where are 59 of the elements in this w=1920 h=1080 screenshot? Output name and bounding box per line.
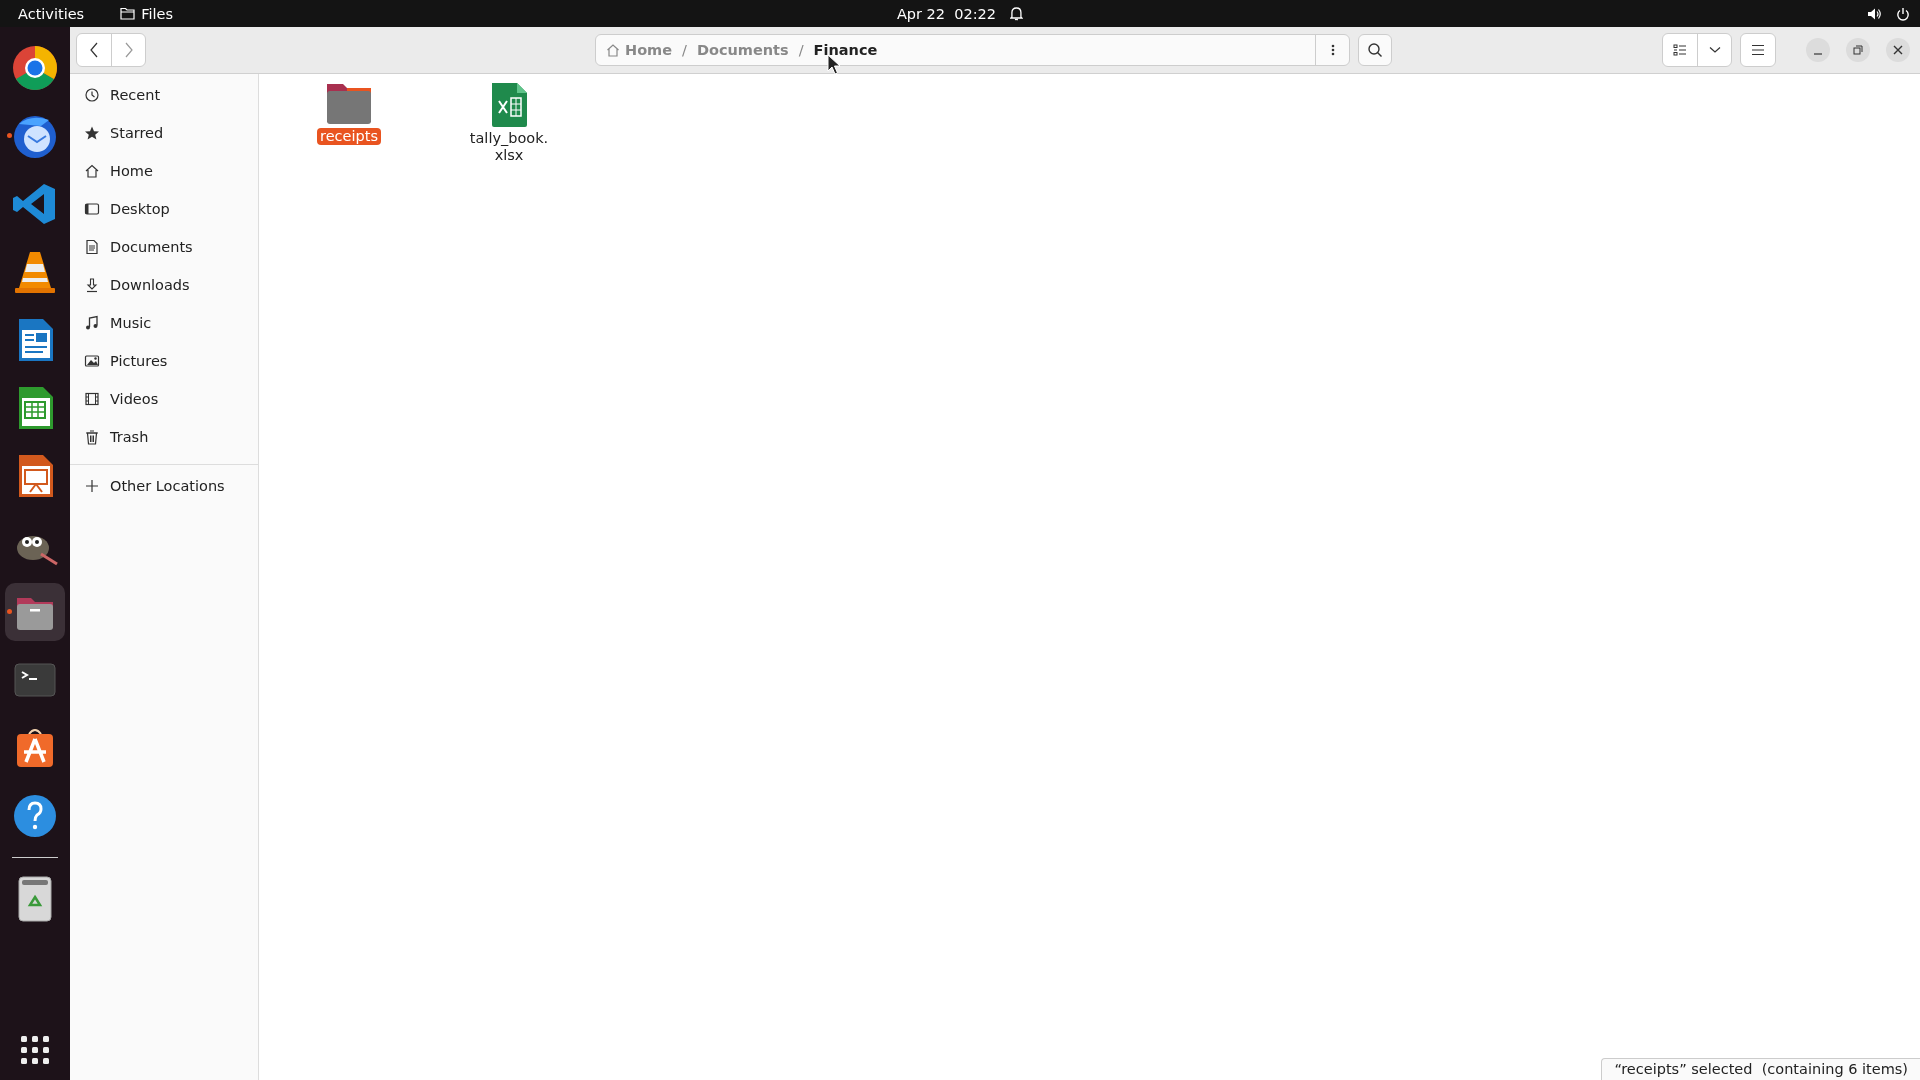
power-icon[interactable] [1896,6,1910,21]
sidebar-item[interactable]: Home [70,152,258,190]
search-button[interactable] [1358,34,1392,66]
app-grid-icon[interactable] [21,1036,49,1064]
path-crumb[interactable]: Finance [809,42,882,58]
sidebar-item[interactable]: Trash [70,418,258,456]
bell-icon[interactable] [1010,6,1024,21]
menu-icon [1751,44,1765,56]
sidebar-item-icon [84,87,100,103]
minimize-button[interactable] [1806,38,1830,62]
home-icon [606,43,620,57]
dock-item[interactable] [5,583,65,641]
forward-icon [123,42,134,58]
sidebar-item[interactable]: Recent [70,76,258,114]
sidebar-item[interactable]: Documents [70,228,258,266]
sidebar-item-icon [84,353,100,369]
caret-icon [1708,46,1721,54]
help-icon [11,792,59,840]
minimize-icon [1813,53,1823,55]
sidebar-item[interactable]: Downloads [70,266,258,304]
status-text: “receipts” selected (containing 6 items) [1601,1058,1920,1080]
close-icon [1893,45,1903,55]
running-dot [7,609,12,614]
path-separator: / [798,42,804,58]
running-dot [7,133,12,138]
sidebar-item-icon [84,201,100,217]
file-name[interactable]: tally_book.xlsx [463,130,555,164]
sidebar-item[interactable]: Videos [70,380,258,418]
trash-bin-icon [15,875,55,923]
app-menu[interactable]: Files [141,5,173,22]
sidebar-item[interactable]: Starred [70,114,258,152]
sidebar-item[interactable]: Other Locations [70,467,258,505]
close-button[interactable] [1886,38,1910,62]
sidebar-item[interactable]: Desktop [70,190,258,228]
back-icon [89,42,99,58]
plus-icon [84,478,100,494]
path-separator: / [682,42,687,58]
spreadsheet-file-icon [489,82,529,128]
more-icon [1330,43,1335,57]
volume-icon[interactable] [1867,6,1882,21]
chrome-icon [11,44,59,92]
file-name[interactable]: receipts [317,128,381,145]
restore-button[interactable] [1846,38,1870,62]
activities-button[interactable]: Activities [18,5,85,22]
sidebar-item-icon [84,429,100,445]
folder-icon [120,7,136,20]
folder-icon [325,82,373,126]
sidebar-item-icon [84,391,100,407]
sidebar-item[interactable]: Pictures [70,342,258,380]
restore-icon [1853,45,1863,55]
clock[interactable]: Apr 22 02:22 [896,5,997,22]
list-view-icon [1673,44,1687,56]
sidebar-item-icon [84,277,100,293]
sidebar-item[interactable]: Music [70,304,258,342]
sidebar-item-icon [84,163,100,179]
search-icon [1367,42,1383,58]
sidebar-item-icon [84,125,100,141]
sidebar-item-icon [84,239,100,255]
sidebar-item-icon [84,315,100,331]
